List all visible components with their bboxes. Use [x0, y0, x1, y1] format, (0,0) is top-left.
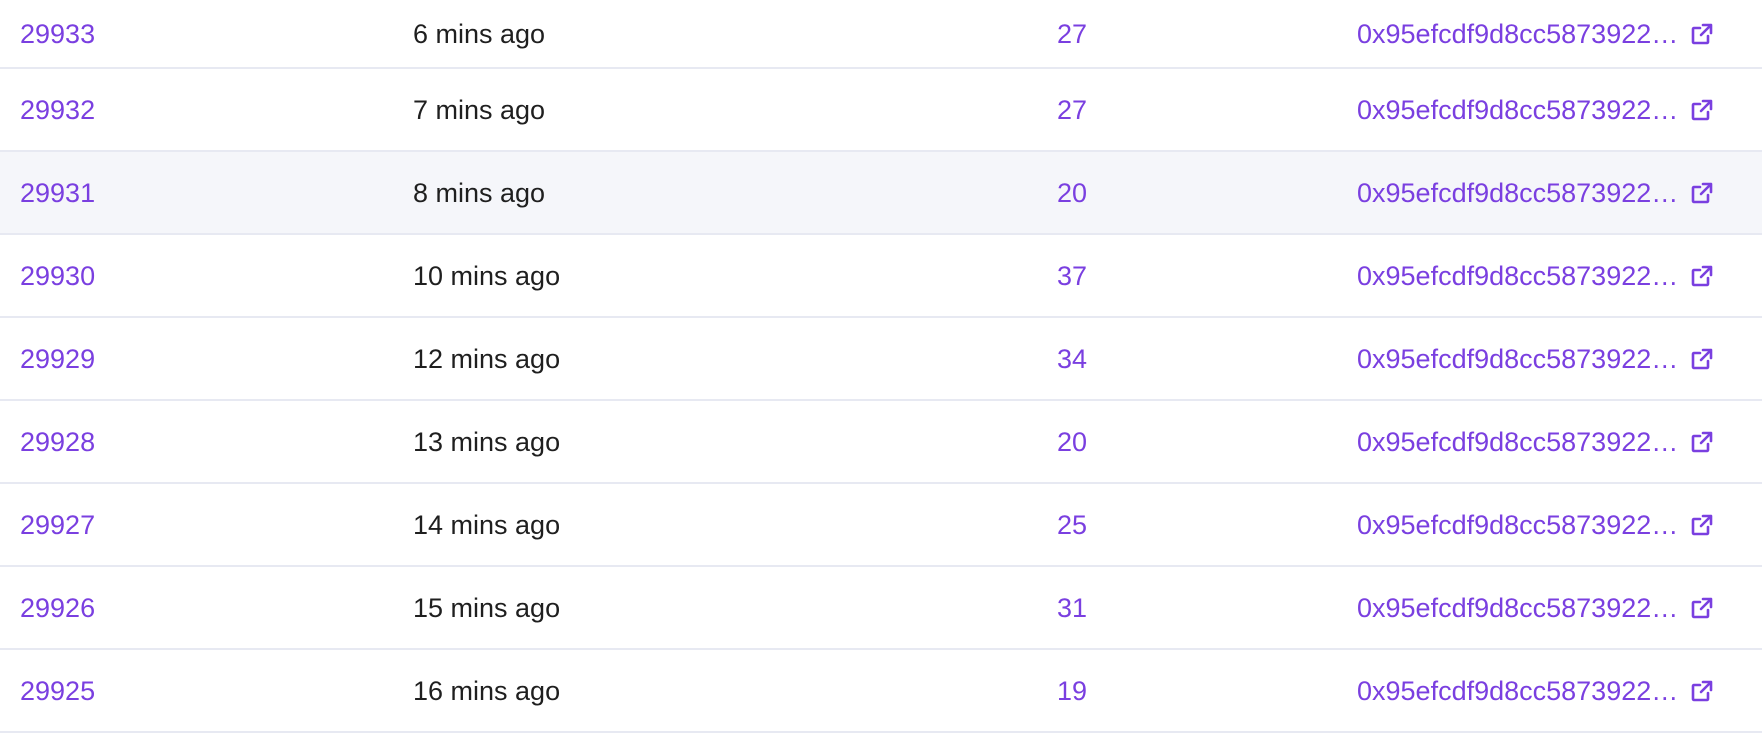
block-number-link[interactable]: 29932	[20, 94, 95, 126]
txn-count-link[interactable]: 20	[1057, 177, 1087, 209]
block-age: 7 mins ago	[413, 94, 546, 125]
miner-address: 0x95efcdf9d8cc5873922…	[1357, 592, 1679, 623]
miner-address: 0x95efcdf9d8cc5873922…	[1357, 94, 1679, 125]
table-row: 29932 7 mins ago 27 0x95efcdf9d8cc587392…	[0, 69, 1762, 152]
block-number-link[interactable]: 29930	[20, 260, 95, 292]
miner-link[interactable]: 0x95efcdf9d8cc5873922…	[1357, 426, 1714, 458]
txn-count-link[interactable]: 37	[1057, 260, 1087, 292]
miner-address: 0x95efcdf9d8cc5873922…	[1357, 426, 1679, 457]
block-age: 12 mins ago	[413, 343, 561, 374]
external-link-icon[interactable]	[1690, 98, 1714, 122]
txn-count-link[interactable]: 31	[1057, 592, 1087, 624]
external-link-icon[interactable]	[1690, 22, 1714, 46]
txn-count-link[interactable]: 20	[1057, 426, 1087, 458]
block-age: 10 mins ago	[413, 260, 561, 291]
external-link-icon[interactable]	[1690, 513, 1714, 537]
table-row: 29930 10 mins ago 37 0x95efcdf9d8cc58739…	[0, 235, 1762, 318]
table-row: 29926 15 mins ago 31 0x95efcdf9d8cc58739…	[0, 567, 1762, 650]
miner-link[interactable]: 0x95efcdf9d8cc5873922…	[1357, 260, 1714, 292]
block-number-link[interactable]: 29927	[20, 509, 95, 541]
block-age: 13 mins ago	[413, 426, 561, 457]
block-number-link[interactable]: 29929	[20, 343, 95, 375]
table-row: 29927 14 mins ago 25 0x95efcdf9d8cc58739…	[0, 484, 1762, 567]
external-link-icon[interactable]	[1690, 430, 1714, 454]
external-link-icon[interactable]	[1690, 264, 1714, 288]
miner-link[interactable]: 0x95efcdf9d8cc5873922…	[1357, 18, 1714, 50]
txn-count-link[interactable]: 34	[1057, 343, 1087, 375]
table-row: 29928 13 mins ago 20 0x95efcdf9d8cc58739…	[0, 401, 1762, 484]
miner-address: 0x95efcdf9d8cc5873922…	[1357, 343, 1679, 374]
block-age: 16 mins ago	[413, 675, 561, 706]
miner-address: 0x95efcdf9d8cc5873922…	[1357, 177, 1679, 208]
external-link-icon[interactable]	[1690, 347, 1714, 371]
block-number-link[interactable]: 29928	[20, 426, 95, 458]
block-number-link[interactable]: 29925	[20, 675, 95, 707]
miner-address: 0x95efcdf9d8cc5873922…	[1357, 675, 1679, 706]
external-link-icon[interactable]	[1690, 181, 1714, 205]
external-link-icon[interactable]	[1690, 679, 1714, 703]
table-row: 29929 12 mins ago 34 0x95efcdf9d8cc58739…	[0, 318, 1762, 401]
external-link-icon[interactable]	[1690, 596, 1714, 620]
txn-count-link[interactable]: 27	[1057, 94, 1087, 126]
txn-count-link[interactable]: 25	[1057, 509, 1087, 541]
miner-link[interactable]: 0x95efcdf9d8cc5873922…	[1357, 592, 1714, 624]
miner-address: 0x95efcdf9d8cc5873922…	[1357, 260, 1679, 291]
miner-link[interactable]: 0x95efcdf9d8cc5873922…	[1357, 94, 1714, 126]
block-number-link[interactable]: 29931	[20, 177, 95, 209]
table-row: 29931 8 mins ago 20 0x95efcdf9d8cc587392…	[0, 152, 1762, 235]
miner-link[interactable]: 0x95efcdf9d8cc5873922…	[1357, 509, 1714, 541]
block-age: 15 mins ago	[413, 592, 561, 623]
miner-link[interactable]: 0x95efcdf9d8cc5873922…	[1357, 177, 1714, 209]
block-number-link[interactable]: 29926	[20, 592, 95, 624]
table-row: 29933 6 mins ago 27 0x95efcdf9d8cc587392…	[0, 0, 1762, 69]
miner-link[interactable]: 0x95efcdf9d8cc5873922…	[1357, 343, 1714, 375]
miner-address: 0x95efcdf9d8cc5873922…	[1357, 18, 1679, 49]
block-age: 8 mins ago	[413, 177, 546, 208]
blocks-table: 29933 6 mins ago 27 0x95efcdf9d8cc587392…	[0, 0, 1762, 733]
block-number-link[interactable]: 29933	[20, 18, 95, 50]
txn-count-link[interactable]: 19	[1057, 675, 1087, 707]
table-row: 29925 16 mins ago 19 0x95efcdf9d8cc58739…	[0, 650, 1762, 733]
miner-link[interactable]: 0x95efcdf9d8cc5873922…	[1357, 675, 1714, 707]
block-age: 6 mins ago	[413, 18, 546, 49]
miner-address: 0x95efcdf9d8cc5873922…	[1357, 509, 1679, 540]
txn-count-link[interactable]: 27	[1057, 18, 1087, 50]
block-age: 14 mins ago	[413, 509, 561, 540]
